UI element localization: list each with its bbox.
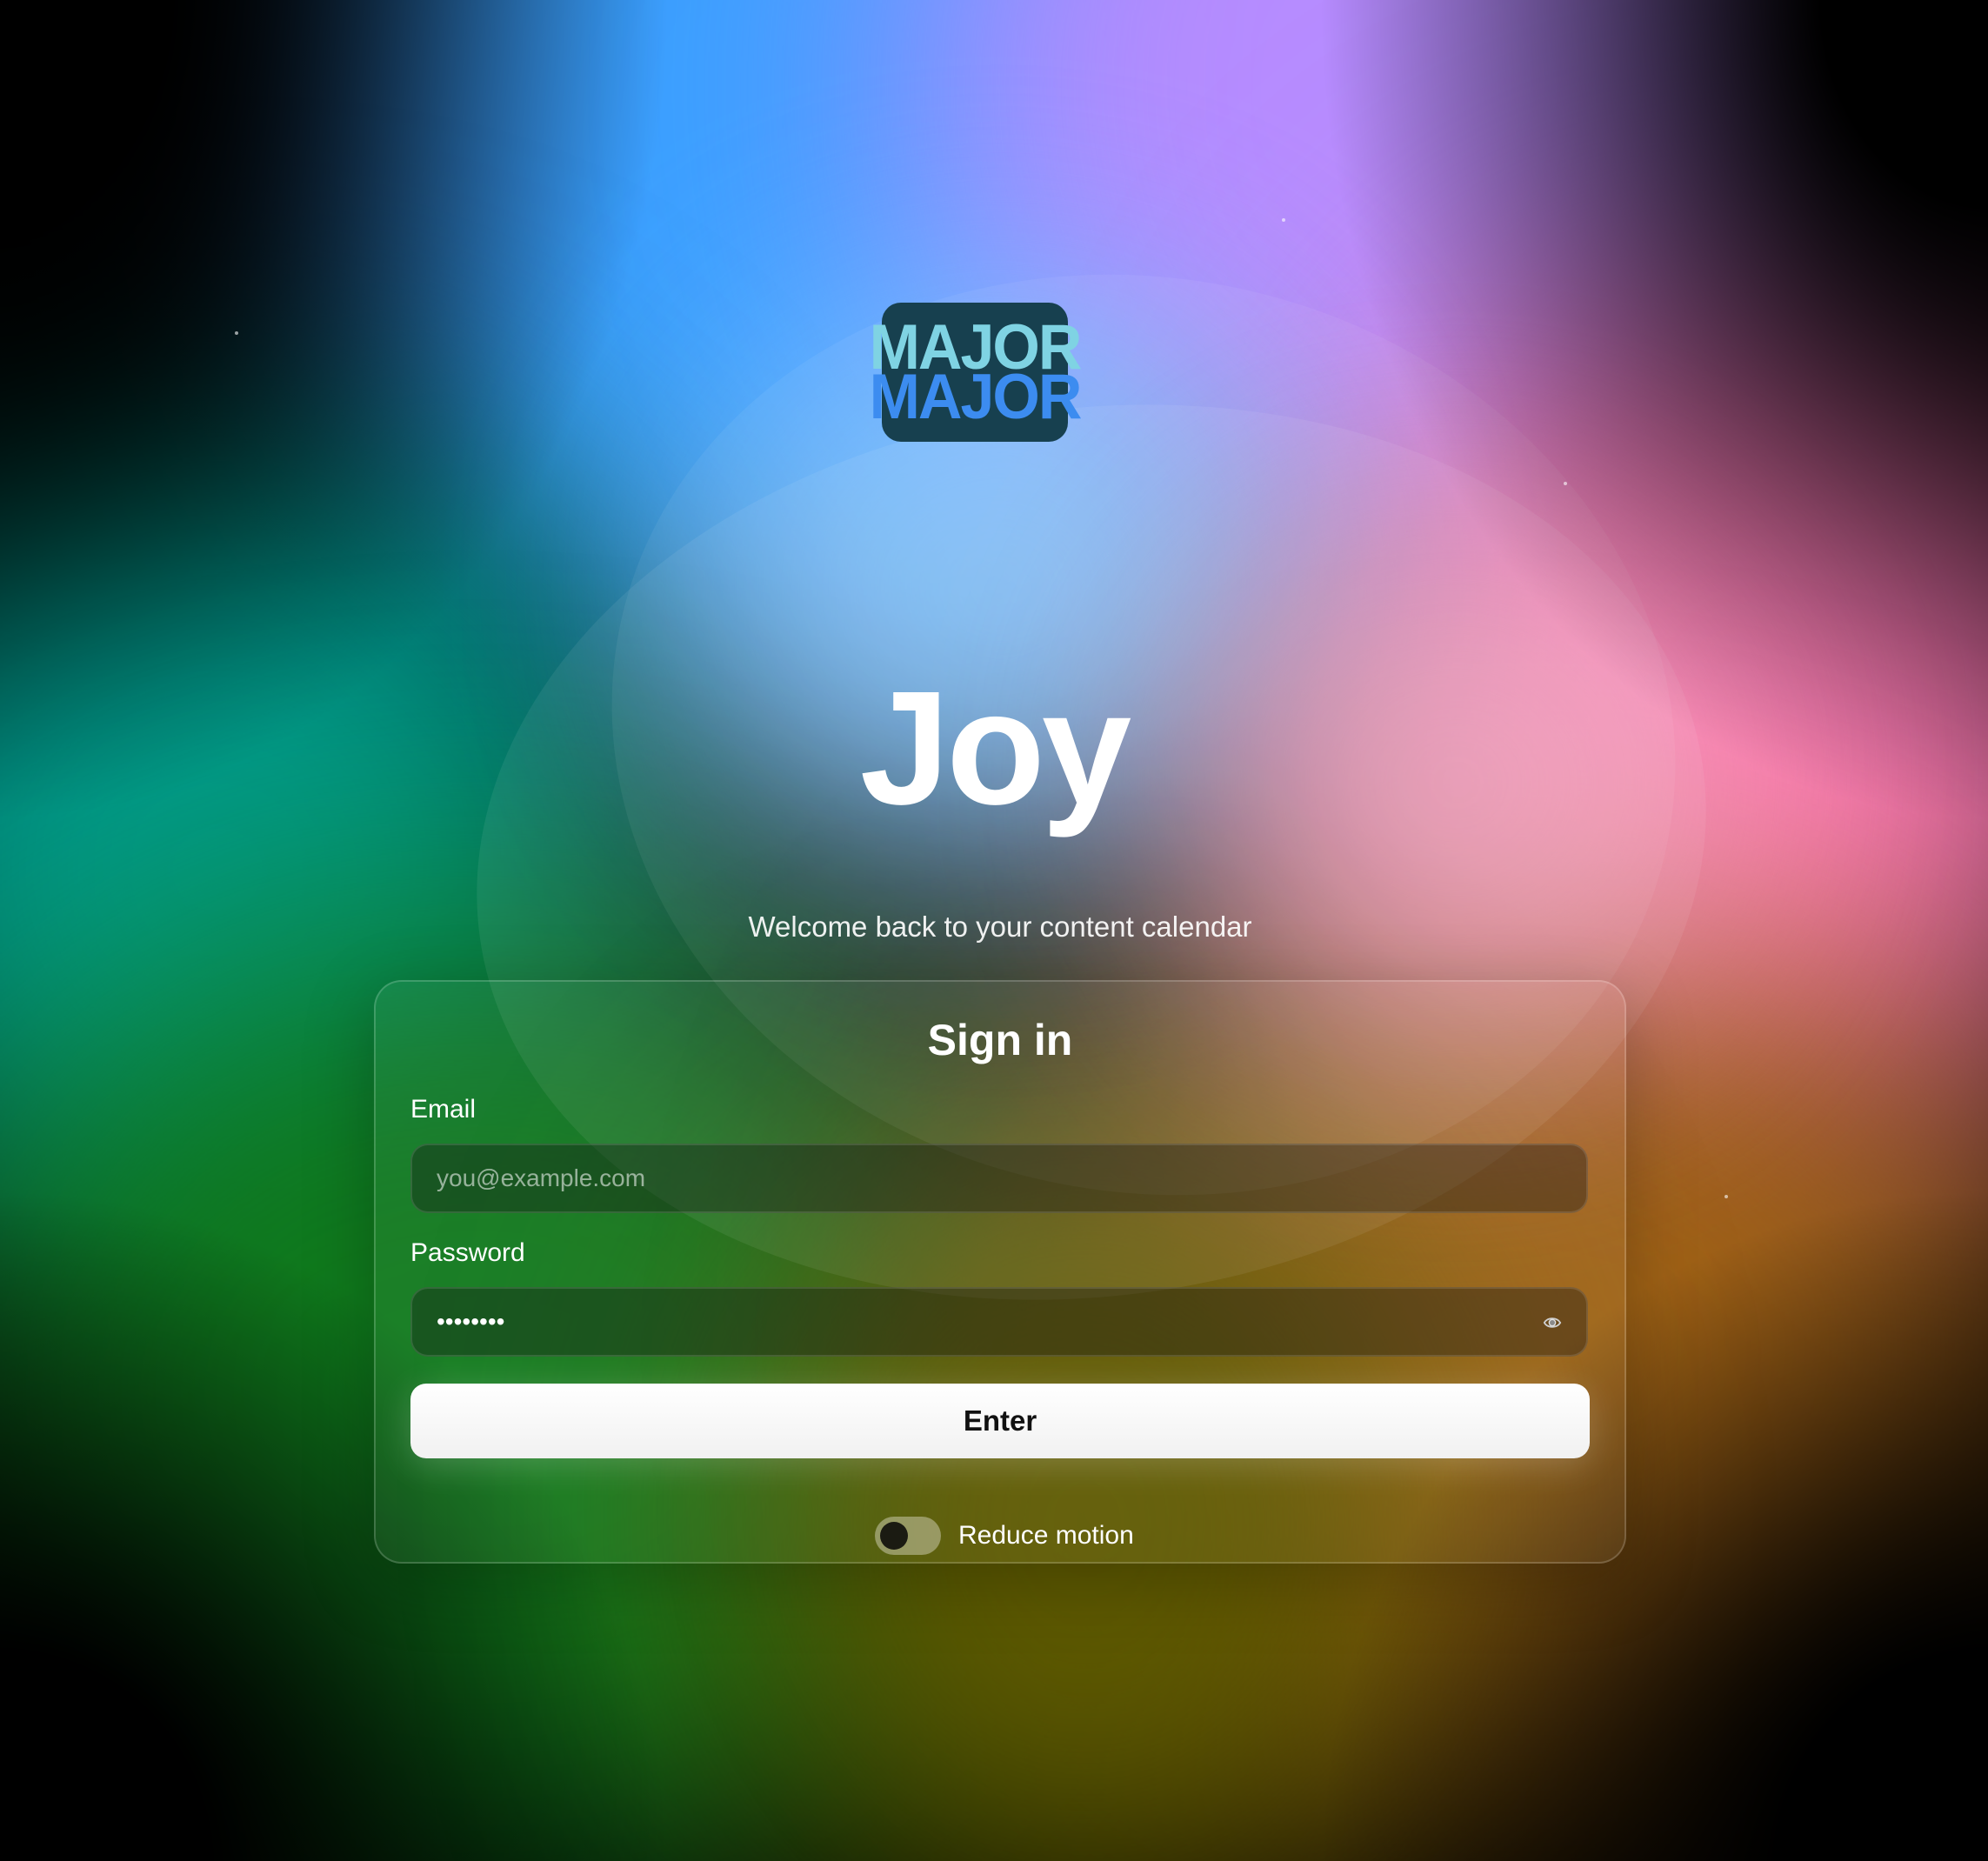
sparkle — [235, 331, 238, 335]
reduce-motion-row: Reduce motion — [875, 1516, 1134, 1556]
toggle-knob — [880, 1522, 908, 1550]
email-field-wrapper — [410, 1144, 1588, 1213]
logo-line-2: MAJOR — [869, 361, 1083, 432]
eye-icon[interactable] — [1543, 1313, 1562, 1332]
password-label: Password — [410, 1238, 525, 1267]
password-field[interactable] — [412, 1289, 1586, 1355]
app-title: Joy — [859, 658, 1132, 838]
sparkle — [1724, 1195, 1728, 1198]
reduce-motion-toggle[interactable] — [875, 1517, 941, 1555]
email-field[interactable] — [412, 1145, 1586, 1211]
enter-button[interactable]: Enter — [410, 1384, 1590, 1458]
email-label: Email — [410, 1095, 477, 1124]
welcome-subtitle: Welcome back to your content calendar — [748, 910, 1252, 943]
sparkle — [1564, 482, 1567, 485]
sign-in-title: Sign in — [927, 1016, 1073, 1064]
sign-in-card: Sign in Email Password Enter Reduce moti… — [374, 980, 1626, 1564]
sparkle — [1282, 218, 1285, 222]
brand-logo: MAJOR MAJOR — [870, 303, 1082, 442]
password-field-wrapper — [410, 1287, 1588, 1357]
reduce-motion-label: Reduce motion — [958, 1521, 1134, 1550]
